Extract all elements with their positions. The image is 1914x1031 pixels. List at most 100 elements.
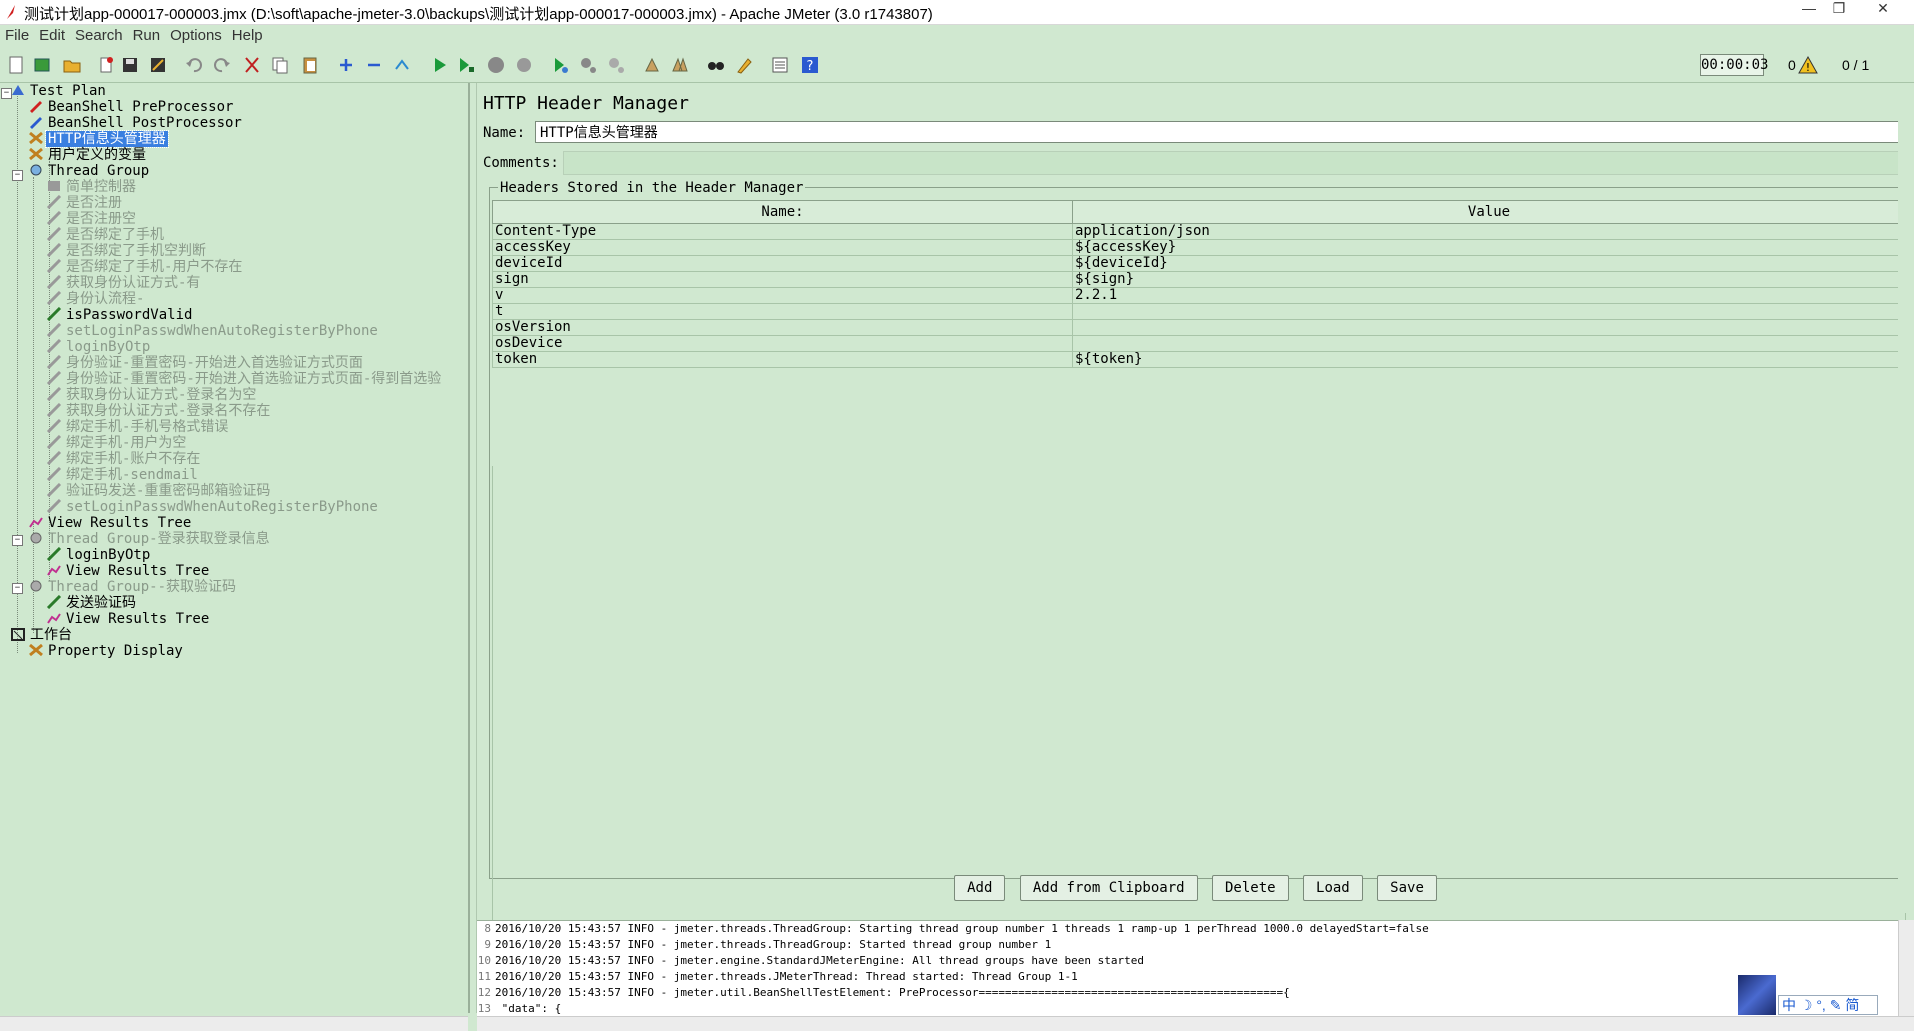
tree-node-property-display[interactable]: Property Display	[28, 643, 185, 659]
minimize-button[interactable]: —	[1794, 0, 1824, 20]
headers-table[interactable]: Name: Value Content-Type application/json…	[492, 200, 1906, 368]
header-value-cell[interactable]	[1072, 319, 1906, 336]
tree-node-beanshell-postprocessor[interactable]: BeanShell PostProcessor	[28, 115, 244, 131]
header-value-cell[interactable]: 2.2.1	[1072, 287, 1906, 304]
save-as-icon[interactable]	[148, 55, 168, 75]
paste-icon[interactable]	[300, 55, 320, 75]
tree-node-beanshell-preprocessor[interactable]: BeanShell PreProcessor	[28, 99, 235, 115]
start-icon[interactable]	[430, 55, 450, 75]
tree-node-thread-group[interactable]: Thread Group	[28, 163, 151, 179]
collapse-icon[interactable]	[364, 55, 384, 75]
tree-node-sampler[interactable]: 是否注册空	[46, 211, 138, 227]
open-icon[interactable]	[62, 55, 82, 75]
search-icon[interactable]	[706, 55, 726, 75]
delete-button[interactable]: Delete	[1212, 875, 1289, 901]
tree-node-view-results-tree[interactable]: View Results Tree	[46, 563, 211, 579]
tree-node-sampler[interactable]: 身份认流程-	[46, 291, 146, 307]
clear-all-icon[interactable]	[670, 55, 690, 75]
test-plan-tree[interactable]: − − − − Test Plan BeanShell PreProcessor…	[0, 83, 470, 1013]
table-row[interactable]: v 2.2.1	[492, 287, 1906, 304]
tree-node-user-defined-variables[interactable]: 用户定义的变量	[28, 147, 148, 163]
header-value-cell[interactable]: ${token}	[1072, 351, 1906, 368]
table-row[interactable]: sign ${sign}	[492, 271, 1906, 288]
tree-node-sampler[interactable]: setLoginPasswdWhenAutoRegisterByPhone	[46, 499, 380, 515]
tree-node-thread-group-code[interactable]: Thread Group--获取验证码	[28, 579, 238, 595]
tree-node-thread-group-login[interactable]: Thread Group-登录获取登录信息	[28, 531, 272, 547]
shutdown-icon[interactable]	[514, 55, 534, 75]
redo-icon[interactable]	[212, 55, 232, 75]
stop-icon[interactable]	[486, 55, 506, 75]
header-name-cell[interactable]: Content-Type	[492, 223, 1073, 240]
expander-thread-group-2[interactable]: −	[12, 535, 23, 546]
header-value-cell[interactable]: ${sign}	[1072, 271, 1906, 288]
save-button[interactable]: Save	[1377, 875, 1437, 901]
table-row[interactable]: osVersion	[492, 319, 1906, 336]
header-value-cell[interactable]: ${accessKey}	[1072, 239, 1906, 256]
table-row[interactable]: t	[492, 303, 1906, 320]
tree-node-sampler[interactable]: 获取身份认证方式-登录名不存在	[46, 403, 272, 419]
tree-node-sampler[interactable]: 是否绑定了手机空判断	[46, 243, 208, 259]
log-viewer[interactable]: 8 2016/10/20 15:43:57 INFO - jmeter.threa…	[477, 920, 1898, 1017]
undo-icon[interactable]	[184, 55, 204, 75]
tree-node-sampler[interactable]: 身份验证-重置密码-开始进入首选验证方式页面	[46, 355, 365, 371]
header-name-cell[interactable]: token	[492, 351, 1073, 368]
header-name-cell[interactable]: sign	[492, 271, 1073, 288]
tree-node-sampler[interactable]: 绑定手机-手机号格式错误	[46, 419, 230, 435]
new-icon[interactable]	[6, 55, 26, 75]
tree-node-sampler[interactable]: loginByOtp	[46, 339, 152, 355]
add-button[interactable]: Add	[954, 875, 1006, 901]
menu-options[interactable]: Options	[165, 25, 227, 44]
tree-node-test-plan[interactable]: Test Plan	[10, 83, 108, 99]
table-row[interactable]: deviceId ${deviceId}	[492, 255, 1906, 272]
table-row[interactable]: accessKey ${accessKey}	[492, 239, 1906, 256]
header-name-cell[interactable]: osDevice	[492, 335, 1073, 352]
header-value-cell[interactable]: application/json	[1072, 223, 1906, 240]
close-window-button[interactable]: ✕	[1858, 0, 1908, 20]
toggle-icon[interactable]	[392, 55, 412, 75]
header-name-cell[interactable]: accessKey	[492, 239, 1073, 256]
tree-node-sampler[interactable]: setLoginPasswdWhenAutoRegisterByPhone	[46, 323, 380, 339]
maximize-button[interactable]: ❐	[1824, 0, 1854, 20]
remote-stop-icon[interactable]	[578, 55, 598, 75]
table-row[interactable]: osDevice	[492, 335, 1906, 352]
table-row[interactable]: Content-Type application/json	[492, 223, 1906, 240]
ime-status[interactable]: 中 ☽ °, ✎ 简	[1778, 995, 1878, 1015]
menu-run[interactable]: Run	[128, 25, 166, 44]
splitter-handle[interactable]	[470, 83, 477, 1013]
tree-node-sampler[interactable]: 是否注册	[46, 195, 124, 211]
reset-search-icon[interactable]	[734, 55, 754, 75]
tree-node-sampler[interactable]: 发送验证码	[46, 595, 138, 611]
menu-help[interactable]: Help	[227, 25, 268, 44]
tree-node-view-results-tree[interactable]: View Results Tree	[46, 611, 211, 627]
header-name-cell[interactable]: osVersion	[492, 319, 1073, 336]
tree-node-sampler[interactable]: loginByOtp	[46, 547, 152, 563]
function-helper-icon[interactable]	[770, 55, 790, 75]
remote-shutdown-icon[interactable]	[606, 55, 626, 75]
expander-thread-group[interactable]: −	[12, 170, 23, 181]
close-icon[interactable]	[96, 55, 116, 75]
log-horizontal-scrollbar[interactable]	[477, 1016, 1914, 1031]
expand-icon[interactable]	[336, 55, 356, 75]
tree-node-sampler[interactable]: 是否绑定了手机	[46, 227, 166, 243]
tree-node-sampler[interactable]: 获取身份认证方式-登录名为空	[46, 387, 258, 403]
header-value-cell[interactable]: ${deviceId}	[1072, 255, 1906, 272]
load-button[interactable]: Load	[1303, 875, 1363, 901]
tree-node-sampler[interactable]: 绑定手机-账户不存在	[46, 451, 202, 467]
menu-search[interactable]: Search	[70, 25, 128, 44]
templates-icon[interactable]	[32, 55, 52, 75]
log-scrollbar[interactable]	[1898, 920, 1914, 1016]
tree-horizontal-scrollbar[interactable]	[0, 1016, 468, 1031]
name-input[interactable]	[535, 121, 1905, 143]
tree-node-sampler[interactable]: 绑定手机-sendmail	[46, 467, 200, 483]
table-row[interactable]: token ${token}	[492, 351, 1906, 368]
tree-node-sampler[interactable]: 是否绑定了手机-用户不存在	[46, 259, 244, 275]
tree-node-workbench[interactable]: 工作台	[10, 627, 74, 643]
panel-scrollbar[interactable]	[1898, 83, 1914, 913]
cut-icon[interactable]	[242, 55, 262, 75]
column-header-value[interactable]: Value	[1072, 200, 1906, 224]
tree-node-sampler[interactable]: 身份验证-重置密码-开始进入首选验证方式页面-得到首选验	[46, 371, 443, 387]
tree-node-sampler[interactable]: 验证码发送-重重密码邮箱验证码	[46, 483, 272, 499]
ime-toolbar[interactable]: 中 ☽ °, ✎ 简	[1738, 975, 1880, 1015]
comments-input[interactable]	[563, 151, 1907, 175]
tree-node-view-results-tree[interactable]: View Results Tree	[28, 515, 193, 531]
